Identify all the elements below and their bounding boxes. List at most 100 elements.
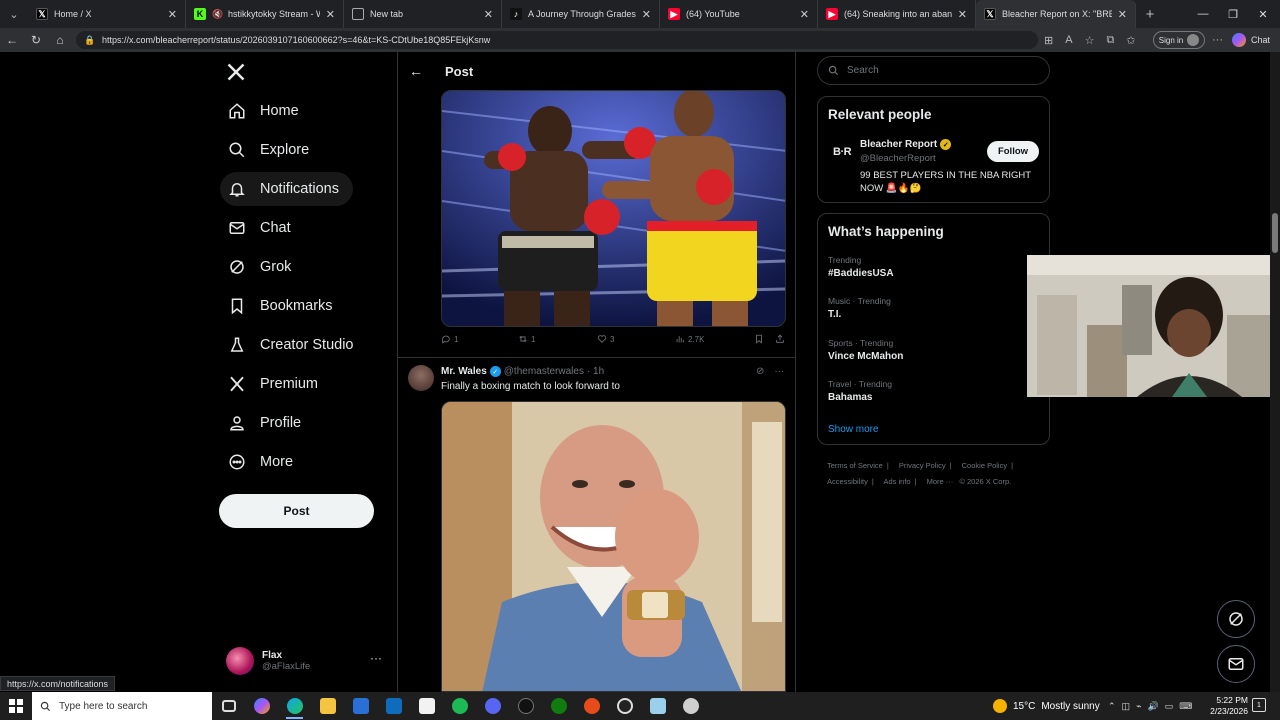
nav-grok[interactable]: Grok (220, 250, 305, 284)
file-explorer-icon[interactable] (311, 692, 344, 720)
weather-widget[interactable]: 15°C Mostly sunny (993, 692, 1100, 720)
xbox-app-icon[interactable] (542, 692, 575, 720)
copilot-app-icon[interactable] (245, 692, 278, 720)
trend-item[interactable]: Trending #BaddiesUSA (828, 255, 1028, 279)
like-button[interactable]: 3 (597, 334, 614, 344)
show-more-link[interactable]: Show more (828, 424, 879, 435)
restore-button[interactable]: ❐ (1216, 0, 1250, 28)
clock[interactable]: 5:22 PM 2/23/2026 (1200, 695, 1248, 717)
close-tab-icon[interactable]: ✕ (168, 8, 177, 21)
game-app-icon[interactable] (575, 692, 608, 720)
bleacher-report-avatar[interactable]: B·R (833, 146, 853, 158)
nav-notifications[interactable]: Notifications (220, 172, 353, 206)
store-app-icon[interactable] (344, 692, 377, 720)
nav-explore[interactable]: Explore (220, 133, 323, 167)
footer-link[interactable]: Ads info (883, 477, 910, 486)
trend-item[interactable]: Sports · Trending Vince McMahon (828, 338, 1028, 362)
nav-premium[interactable]: Premium (220, 367, 332, 401)
reply-author-handle[interactable]: @themasterwales (504, 366, 584, 377)
obs-app-icon[interactable] (608, 692, 641, 720)
media-app-icon[interactable] (509, 692, 542, 720)
person-handle[interactable]: @BleacherReport (860, 153, 936, 164)
extensions-icon[interactable]: ⧉ (1106, 34, 1114, 47)
browser-tab[interactable]: ▶ (64) YouTube ✕ (660, 0, 818, 28)
views-button[interactable]: 2.7K (675, 334, 704, 344)
messages-float-button[interactable] (1217, 645, 1255, 683)
file-app-icon[interactable] (410, 692, 443, 720)
start-button[interactable] (0, 692, 32, 720)
browser-tab[interactable]: ▶ (64) Sneaking into an abandoned ✕ (818, 0, 976, 28)
address-bar[interactable]: 🔒 https://x.com/bleacherreport/status/20… (76, 31, 1038, 49)
grok-icon[interactable]: ⊘ (756, 366, 764, 377)
nav-bookmarks[interactable]: Bookmarks (220, 289, 347, 323)
tool-app-icon[interactable] (674, 692, 707, 720)
post-image[interactable] (441, 90, 786, 327)
nav-home[interactable]: Home (220, 94, 313, 128)
close-window-button[interactable]: ✕ (1246, 0, 1280, 28)
close-tab-icon[interactable]: ✕ (1118, 8, 1127, 21)
footer-link[interactable]: Cookie Policy (962, 461, 1007, 470)
more-dots-icon[interactable]: ··· (774, 366, 784, 377)
bookmark-button[interactable] (754, 334, 764, 344)
close-tab-icon[interactable]: ✕ (326, 8, 335, 21)
muted-speaker-icon[interactable]: 🔇 (212, 8, 224, 20)
copilot-chat-button[interactable]: Chat (1232, 31, 1270, 49)
browser-tab-active[interactable]: 𝕏 Bleacher Report on X: "BREAKING ✕ (976, 0, 1136, 28)
person-name[interactable]: Bleacher Report ✓ (860, 139, 952, 150)
battery-icon[interactable]: ▭ (1165, 701, 1174, 712)
new-tab-button[interactable]: + (1136, 0, 1164, 28)
avatar[interactable] (408, 365, 434, 391)
notes-app-icon[interactable] (641, 692, 674, 720)
repost-button[interactable]: 1 (518, 334, 535, 344)
network-icon[interactable]: ⌁ (1136, 701, 1141, 712)
reply-button[interactable]: 1 (441, 334, 458, 344)
post-button[interactable]: Post (219, 494, 374, 528)
footer-link[interactable]: More ··· (927, 477, 954, 486)
back-arrow-icon[interactable]: ← (0, 28, 24, 52)
more-dots-icon[interactable]: ··· (370, 651, 382, 665)
tab-actions-button[interactable]: ⌄ (0, 0, 28, 28)
browser-tab[interactable]: ♪ A Journey Through Grades: 12th ✕ (502, 0, 660, 28)
app-tray-icon[interactable]: ◫ (1122, 701, 1131, 712)
follow-button[interactable]: Follow (987, 141, 1039, 162)
sign-in-button[interactable]: Sign in (1153, 31, 1205, 49)
edge-app-icon[interactable] (278, 692, 311, 720)
trend-item[interactable]: Music · Trending T.I. (828, 296, 1028, 320)
discord-app-icon[interactable] (476, 692, 509, 720)
share-button[interactable] (775, 334, 785, 344)
taskbar-search-input[interactable]: Type here to search (32, 692, 212, 720)
close-tab-icon[interactable]: ✕ (800, 8, 809, 21)
x-logo-icon[interactable] (226, 62, 246, 82)
back-arrow-icon[interactable]: ← (409, 63, 423, 79)
footer-link[interactable]: Privacy Policy (899, 461, 946, 470)
search-input[interactable]: Search (817, 56, 1050, 85)
close-tab-icon[interactable]: ✕ (484, 8, 493, 21)
reply-timestamp[interactable]: · 1h (587, 366, 604, 377)
reply-post[interactable]: Mr. Wales ✓ @themasterwales · 1h ⊘ ··· F… (408, 365, 788, 395)
minimize-button[interactable]: — (1186, 0, 1220, 28)
browser-tab[interactable]: K 🔇 hstikkytokky Stream - Watch ✕ (186, 0, 344, 28)
footer-link[interactable]: Terms of Service (827, 461, 883, 470)
favorite-star-icon[interactable]: ☆ (1085, 34, 1095, 47)
nav-chat[interactable]: Chat (220, 211, 305, 245)
footer-link[interactable]: Accessibility (827, 477, 868, 486)
chevron-up-icon[interactable]: ⌃ (1108, 701, 1116, 712)
close-tab-icon[interactable]: ✕ (958, 8, 967, 21)
home-icon[interactable]: ⌂ (48, 28, 72, 52)
notification-center-icon[interactable]: 1 (1252, 698, 1266, 712)
browser-tab[interactable]: 𝕏 Home / X ✕ (28, 0, 186, 28)
trend-item[interactable]: Travel · Trending Bahamas (828, 379, 1028, 403)
settings-more-icon[interactable]: ··· (1212, 28, 1223, 52)
page-scrollbar[interactable] (1270, 52, 1280, 692)
favorites-icon[interactable]: ✩ (1126, 34, 1135, 47)
read-aloud-icon[interactable]: A (1065, 34, 1072, 46)
browser-tab[interactable]: New tab ✕ (344, 0, 502, 28)
keyboard-icon[interactable]: ⌨ (1179, 701, 1192, 712)
task-view-icon[interactable] (212, 692, 245, 720)
app-available-icon[interactable]: ⊞ (1044, 34, 1053, 47)
grok-float-button[interactable] (1217, 600, 1255, 638)
mail-app-icon[interactable] (377, 692, 410, 720)
account-switcher[interactable]: Flax @aFlaxLife ··· (226, 646, 386, 676)
spotify-app-icon[interactable] (443, 692, 476, 720)
nav-creator-studio[interactable]: Creator Studio (220, 328, 368, 362)
